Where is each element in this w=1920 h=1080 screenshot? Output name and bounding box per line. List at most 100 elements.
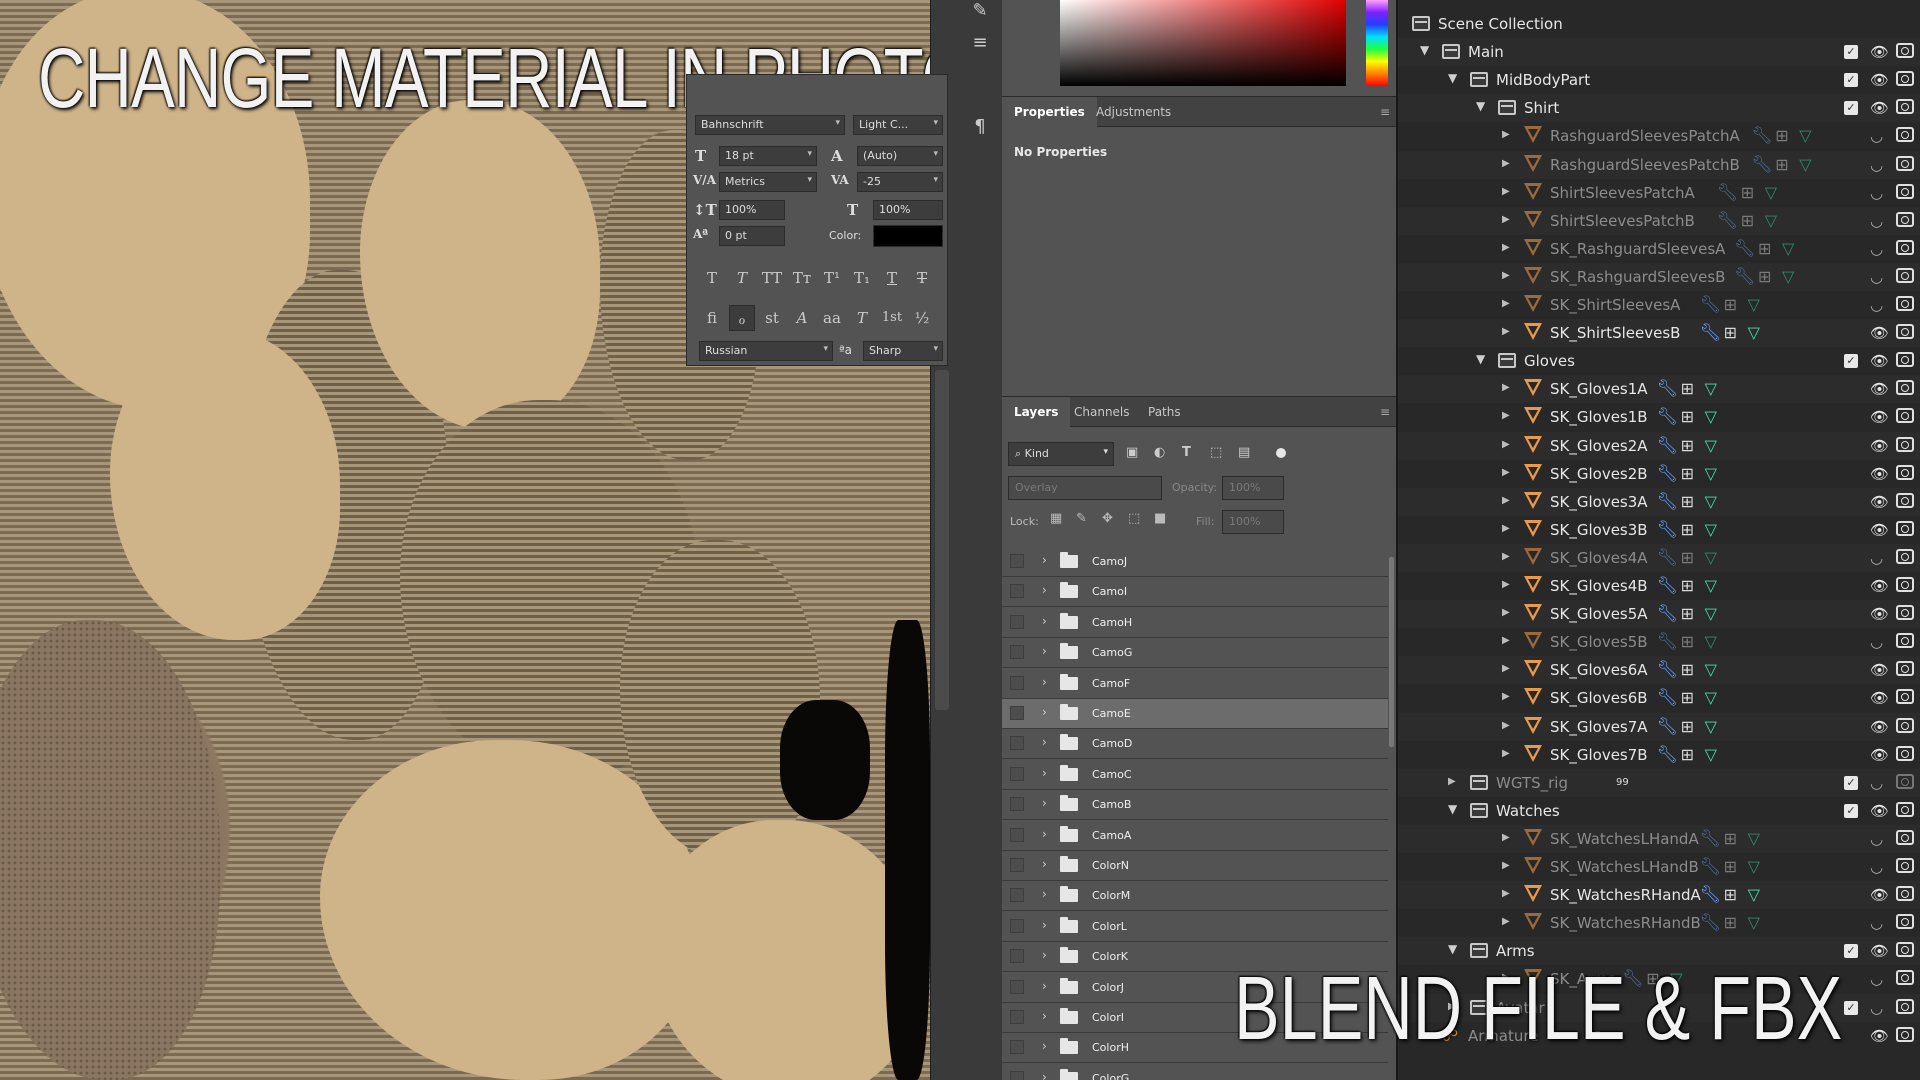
chevron-right-icon[interactable]: › xyxy=(1042,827,1047,841)
visibility-toggle[interactable] xyxy=(1010,797,1024,812)
expand-closed-icon[interactable]: ▶ xyxy=(1502,467,1510,478)
exclude-checkbox[interactable]: ✓ xyxy=(1844,73,1858,88)
lock-artboard-icon[interactable]: ⬚ xyxy=(1128,511,1140,526)
subscript-button[interactable]: T₁ xyxy=(849,265,875,291)
outliner-row[interactable]: ▶ ShirtSleevesPatchB 🔧︎ ⊞ ▽ ◡ xyxy=(1398,206,1920,235)
camera-icon[interactable] xyxy=(1896,183,1914,199)
wrench-modifier-icon[interactable]: 🔧︎ xyxy=(1700,885,1724,905)
vertex-group-icon[interactable]: ▽ xyxy=(1705,745,1729,764)
shape-keys-icon[interactable]: ⊞ xyxy=(1681,492,1705,511)
vertex-group-icon[interactable]: ▽ xyxy=(1705,464,1729,483)
shape-keys-icon[interactable]: ⊞ xyxy=(1681,660,1705,679)
expand-closed-icon[interactable]: ▶ xyxy=(1448,776,1456,787)
layer-row[interactable]: › ColorM xyxy=(1002,881,1388,912)
shape-keys-icon[interactable]: ⊞ xyxy=(1724,323,1748,342)
visibility-toggle[interactable] xyxy=(1010,1010,1024,1024)
visibility-toggle[interactable] xyxy=(1010,979,1024,994)
eye-icon[interactable]: 👁︎ xyxy=(1870,1027,1889,1045)
outliner-row[interactable]: ▶ SK_ShirtSleevesA 🔧︎ ⊞ ▽ ◡ xyxy=(1398,291,1920,319)
expand-closed-icon[interactable]: ▶ xyxy=(1502,523,1510,534)
antialias-select[interactable]: Sharp ▾ xyxy=(863,341,943,361)
wrench-modifier-icon[interactable]: 🔧︎ xyxy=(1700,857,1724,877)
outliner-row[interactable]: ▶ SK_Gloves4A 🔧︎ ⊞ ▽ ◡ xyxy=(1398,543,1920,572)
lock-paint-icon[interactable]: ✎ xyxy=(1076,511,1087,526)
vertex-group-icon[interactable]: ▽ xyxy=(1765,211,1789,230)
expand-closed-icon[interactable]: ▶ xyxy=(1502,832,1510,843)
shape-keys-icon[interactable]: ⊞ xyxy=(1681,745,1705,764)
contextual-alternates-button[interactable]: ℴ xyxy=(729,305,755,331)
camera-icon[interactable] xyxy=(1896,773,1914,789)
visibility-toggle[interactable] xyxy=(1010,858,1024,872)
vertical-scale-field[interactable]: 100% xyxy=(719,200,785,220)
camera-icon[interactable] xyxy=(1896,914,1914,930)
swash-button[interactable]: A xyxy=(789,305,815,331)
shape-keys-icon[interactable]: ⊞ xyxy=(1758,239,1782,258)
outliner-row[interactable]: ▶ SK_Gloves1A 🔧︎ ⊞ ▽ 👁︎ xyxy=(1398,375,1920,404)
shape-keys-icon[interactable]: ⊞ xyxy=(1681,576,1705,595)
vertex-group-icon[interactable]: ▽ xyxy=(1748,885,1772,904)
expand-closed-icon[interactable]: ▶ xyxy=(1502,860,1510,871)
expand-open-icon[interactable]: ▼ xyxy=(1420,43,1429,57)
vertex-group-icon[interactable]: ▽ xyxy=(1705,520,1729,539)
wrench-modifier-icon[interactable]: 🔧︎ xyxy=(1700,829,1724,849)
layer-row[interactable]: › ColorL xyxy=(1002,912,1388,942)
chevron-right-icon[interactable]: › xyxy=(1042,948,1047,962)
eye-icon[interactable]: 👁︎ xyxy=(1870,408,1889,426)
camera-icon[interactable] xyxy=(1896,352,1914,368)
outliner-row[interactable]: ▶ SK_Gloves6B 🔧︎ ⊞ ▽ 👁︎ xyxy=(1398,684,1920,712)
expand-closed-icon[interactable]: ▶ xyxy=(1502,495,1510,506)
exclude-checkbox[interactable]: ✓ xyxy=(1844,944,1858,959)
eye-icon[interactable]: 👁︎ xyxy=(1870,437,1889,455)
eye-closed-icon[interactable]: ◡ xyxy=(1870,268,1883,286)
expand-closed-icon[interactable]: ▶ xyxy=(1502,579,1510,590)
vertex-group-icon[interactable]: ▽ xyxy=(1705,436,1729,455)
wrench-modifier-icon[interactable]: 🔧︎ xyxy=(1657,717,1681,737)
camera-icon[interactable] xyxy=(1896,492,1914,508)
camera-icon[interactable] xyxy=(1896,689,1914,705)
expand-closed-icon[interactable]: ▶ xyxy=(1502,158,1510,169)
vertex-group-icon[interactable]: ▽ xyxy=(1705,688,1729,707)
tab-properties[interactable]: Properties xyxy=(1002,97,1097,127)
fractions-button[interactable]: ½ xyxy=(909,305,935,331)
camera-icon[interactable] xyxy=(1896,43,1914,59)
vertex-group-icon[interactable]: ▽ xyxy=(1799,126,1823,145)
wrench-modifier-icon[interactable]: 🔧︎ xyxy=(1700,913,1724,933)
outliner-row[interactable]: ▶ SK_Gloves5B 🔧︎ ⊞ ▽ ◡ xyxy=(1398,628,1920,656)
eye-closed-icon[interactable]: ◡ xyxy=(1870,830,1883,848)
lock-move-icon[interactable]: ✥ xyxy=(1102,511,1113,526)
outliner-row[interactable]: ▶ SK_RashguardSleevesA 🔧︎ ⊞ ▽ ◡ xyxy=(1398,235,1920,263)
expand-closed-icon[interactable]: ▶ xyxy=(1502,439,1510,450)
superscript-button[interactable]: T¹ xyxy=(819,265,845,291)
eye-icon[interactable]: 👁︎ xyxy=(1870,380,1889,398)
shape-keys-icon[interactable]: ⊞ xyxy=(1758,267,1782,286)
expand-open-icon[interactable]: ▼ xyxy=(1476,99,1485,113)
eye-closed-icon[interactable]: ◡ xyxy=(1870,633,1883,651)
camera-icon[interactable] xyxy=(1896,239,1914,255)
wrench-modifier-icon[interactable]: 🔧︎ xyxy=(1734,267,1758,287)
vertex-group-icon[interactable]: ▽ xyxy=(1705,604,1729,623)
eye-icon[interactable]: 👁︎ xyxy=(1870,689,1889,707)
font-size-field[interactable]: 18 pt ▾ xyxy=(719,146,817,166)
wrench-modifier-icon[interactable]: 🔧︎ xyxy=(1657,492,1681,512)
layer-row[interactable]: › CamoE xyxy=(1002,699,1388,729)
camera-icon[interactable] xyxy=(1896,1026,1914,1042)
camera-icon[interactable] xyxy=(1896,577,1914,592)
baseline-shift-field[interactable]: 0 pt xyxy=(719,226,785,246)
exclude-checkbox[interactable]: ✓ xyxy=(1844,1000,1858,1015)
type-filter-icon[interactable]: T xyxy=(1182,445,1200,461)
chevron-right-icon[interactable]: › xyxy=(1042,887,1047,901)
expand-closed-icon[interactable]: ▶ xyxy=(1502,748,1510,759)
shape-keys-icon[interactable]: ⊞ xyxy=(1681,520,1705,539)
eye-closed-icon[interactable]: ◡ xyxy=(1870,127,1883,145)
camera-icon[interactable] xyxy=(1896,998,1914,1014)
wrench-modifier-icon[interactable]: 🔧︎ xyxy=(1734,239,1758,259)
expand-closed-icon[interactable]: ▶ xyxy=(1502,888,1510,899)
eye-closed-icon[interactable]: ◡ xyxy=(1870,999,1883,1017)
eye-icon[interactable]: 👁︎ xyxy=(1870,352,1889,370)
eye-icon[interactable]: 👁︎ xyxy=(1870,324,1889,342)
shape-keys-icon[interactable]: ⊞ xyxy=(1724,829,1748,848)
eye-closed-icon[interactable]: ◡ xyxy=(1870,970,1883,988)
outliner-row[interactable]: ▶ ShirtSleevesPatchA 🔧︎ ⊞ ▽ ◡ xyxy=(1398,179,1920,207)
eye-icon[interactable]: 👁︎ xyxy=(1870,521,1889,539)
expand-open-icon[interactable]: ▼ xyxy=(1448,942,1457,956)
